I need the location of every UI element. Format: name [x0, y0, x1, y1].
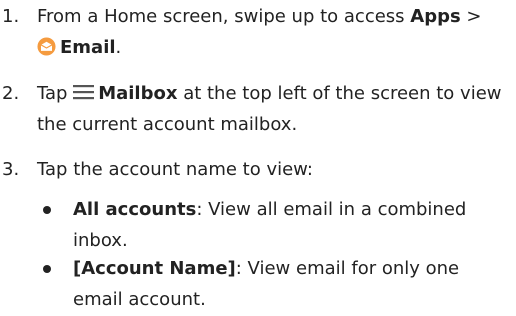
bullet-text: [Account Name]: View email for only one …: [73, 253, 507, 315]
bullet-dot-icon: [43, 265, 51, 273]
apps-label: Apps: [410, 6, 461, 27]
bullet-label: All accounts: [73, 199, 197, 220]
step-1: 1. From a Home screen, swipe up to acces…: [0, 1, 516, 63]
bullet-label: [Account Name]: [73, 258, 236, 279]
step-number: 2.: [2, 83, 20, 104]
step-number: 3.: [2, 159, 20, 180]
instructions-document: 1. From a Home screen, swipe up to acces…: [0, 0, 516, 316]
separator: >: [460, 6, 482, 27]
step-number: 1.: [2, 6, 20, 27]
step-2: 2. Tap Mailbox at the top left of the sc…: [0, 78, 516, 140]
email-app-icon: [37, 37, 56, 56]
mailbox-label: Mailbox: [98, 83, 178, 104]
hamburger-menu-icon: [73, 85, 95, 100]
step-2-prefix: Tap: [37, 83, 74, 104]
bullet-text: All accounts: View all email in a combin…: [73, 194, 507, 256]
step-3: 3. Tap the account name to view:: [0, 154, 516, 185]
bullet-item: All accounts: View all email in a combin…: [37, 194, 507, 256]
bullet-dot-icon: [43, 206, 51, 214]
email-label: Email: [60, 37, 116, 58]
step-text: From a Home screen, swipe up to access A…: [37, 1, 510, 63]
step-text: Tap Mailbox at the top left of the scree…: [37, 78, 510, 140]
bullet-item: [Account Name]: View email for only one …: [37, 253, 507, 315]
step-1-suffix: .: [115, 37, 122, 58]
step-1-prefix: From a Home screen, swipe up to access: [37, 6, 411, 27]
step-text: Tap the account name to view:: [37, 159, 313, 180]
